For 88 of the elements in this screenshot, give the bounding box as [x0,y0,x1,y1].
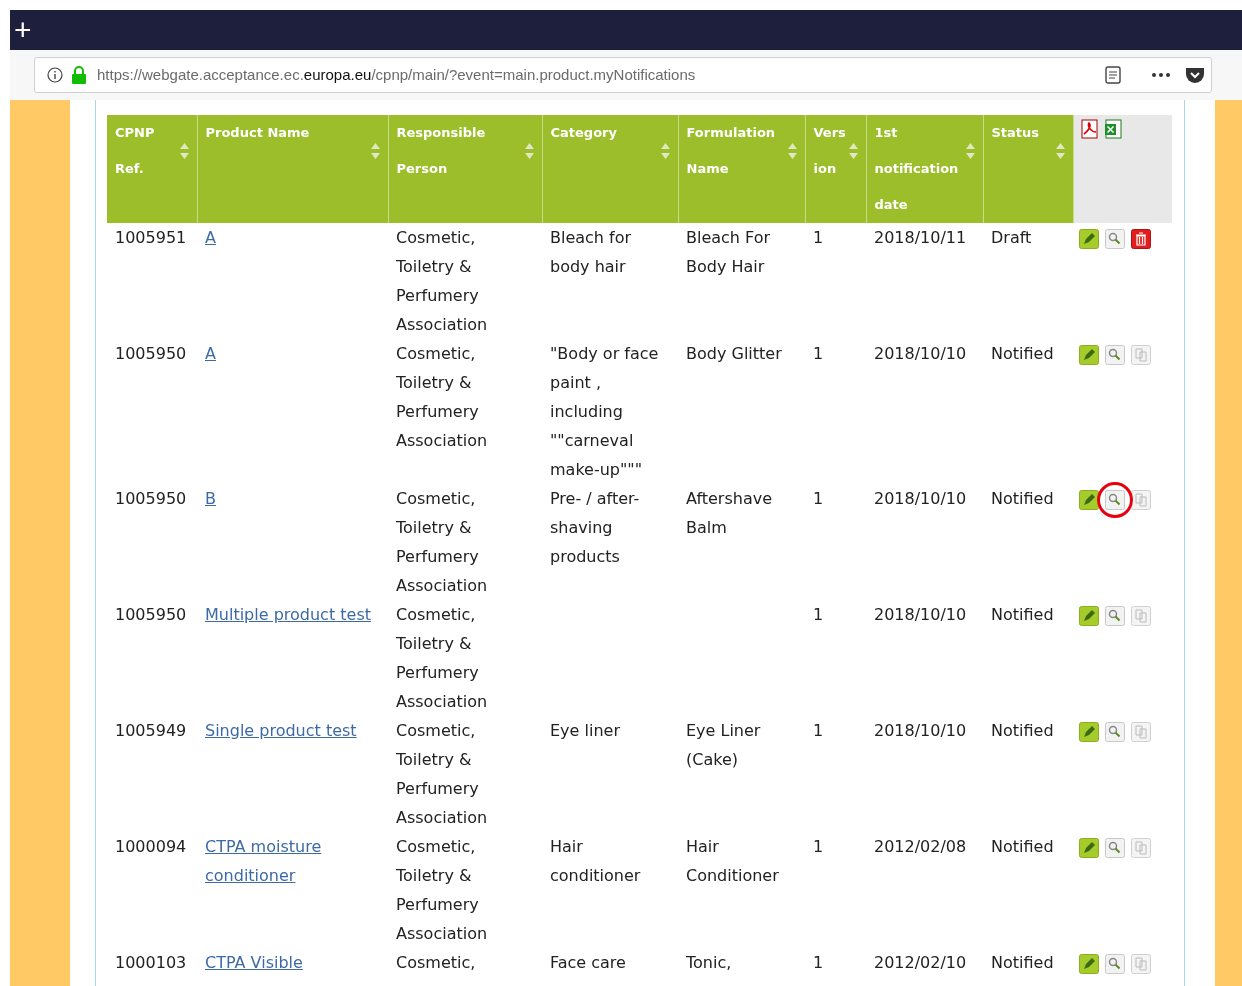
pencil-icon[interactable] [1079,722,1099,742]
version-text: 1 [813,228,824,247]
category-text: Eye liner [550,721,620,740]
product-link[interactable]: B [205,484,380,513]
product-link[interactable]: A [205,223,380,252]
ref-text: 1000094 [115,837,187,856]
status-text: Notified [991,605,1054,624]
status-text: Notified [991,953,1054,972]
magnifier-icon[interactable] [1105,606,1125,626]
person-text: Cosmetic, Toiletry & Perfumery Association [396,605,488,711]
product-link[interactable]: CTPA Visible [205,948,380,977]
copy-icon[interactable] [1131,490,1151,510]
formulation-text: Eye Liner (Cake) [686,721,761,769]
sort-icon[interactable] [1055,143,1065,159]
sort-icon[interactable] [660,143,670,159]
status-text: Notified [991,489,1054,508]
magnifier-icon[interactable] [1105,490,1125,510]
ref-text: 1005950 [115,489,187,508]
ref-text: 1000103 [115,953,187,972]
status-text: Draft [991,228,1032,247]
date-text: 2018/10/10 [874,344,967,363]
status-text: Notified [991,721,1054,740]
date-text: 2018/10/10 [874,605,967,624]
reader-view-icon[interactable] [1105,66,1121,84]
person-text: Cosmetic, Toiletry & Perfumery Association [396,228,488,334]
date-text: 2012/02/08 [874,837,967,856]
person-text: Cosmetic, [396,953,476,972]
more-icon[interactable] [1151,72,1171,78]
ref-text: 1005950 [115,344,187,363]
version-text: 1 [813,605,824,624]
url-text: https://webgate.acceptance.ec.europa.eu/cpnp/main/?event=main.product.myNotifications [97,64,696,85]
magnifier-icon[interactable] [1105,345,1125,365]
category-text: "Body or face paint , including ""carneval make-up""" [550,344,659,479]
sort-icon[interactable] [848,143,858,159]
pencil-icon[interactable] [1079,345,1099,365]
product-link[interactable]: A [205,339,380,368]
shield-icon[interactable] [1185,66,1205,84]
category-text: Face care [550,953,626,972]
address-bar[interactable]: https://webgate.acceptance.ec.europa.eu/cpnp/main/?event=main.product.myNotifications [34,57,1212,93]
date-text: 2018/10/10 [874,489,967,508]
version-text: 1 [813,837,824,856]
pencil-icon[interactable] [1079,954,1099,974]
info-icon[interactable] [47,67,63,83]
pencil-icon[interactable] [1079,490,1099,510]
formulation-text: Tonic, [686,953,732,972]
person-text: Cosmetic, Toiletry & Perfumery Association [396,489,488,595]
formulation-text: Bleach For Body Hair [686,228,771,276]
sort-icon[interactable] [370,143,380,159]
sort-icon[interactable] [179,143,189,159]
new-tab-button[interactable]: + [14,15,32,45]
magnifier-icon[interactable] [1105,838,1125,858]
sort-icon[interactable] [965,143,975,159]
date-text: 2018/10/11 [874,228,967,247]
version-text: 1 [813,344,824,363]
category-text: Bleach for body hair [550,228,632,276]
date-text: 2018/10/10 [874,721,967,740]
lock-icon [71,66,87,84]
status-text: Notified [991,344,1054,363]
version-text: 1 [813,489,824,508]
product-link[interactable]: Single product test [205,716,380,745]
person-text: Cosmetic, Toiletry & Perfumery Association [396,721,488,827]
excel-export-icon[interactable] [1103,119,1124,139]
sort-icon[interactable] [524,143,534,159]
product-link[interactable]: Multiple product test [205,600,380,629]
sort-icon[interactable] [787,143,797,159]
magnifier-icon[interactable] [1105,229,1125,249]
pencil-icon[interactable] [1079,229,1099,249]
magnifier-icon[interactable] [1105,722,1125,742]
person-text: Cosmetic, Toiletry & Perfumery Association [396,837,488,943]
category-text: Pre- / after-shaving products [550,489,640,566]
trash-icon[interactable] [1131,229,1151,249]
pencil-icon[interactable] [1079,838,1099,858]
date-text: 2012/02/10 [874,953,967,972]
ref-text: 1005950 [115,605,187,624]
formulation-text: Body Glitter [686,344,782,363]
pencil-icon[interactable] [1079,606,1099,626]
product-link[interactable]: CTPA moisture conditioner [205,832,380,890]
status-text: Notified [991,837,1054,856]
formulation-text: Hair Conditioner [686,837,779,885]
category-text: Hair conditioner [550,837,641,885]
ref-text: 1005949 [115,721,187,740]
version-text: 1 [813,953,824,972]
formulation-text: Aftershave Balm [686,489,772,537]
magnifier-icon[interactable] [1105,954,1125,974]
ref-text: 1005951 [115,228,187,247]
pdf-export-icon[interactable] [1079,119,1100,139]
version-text: 1 [813,721,824,740]
person-text: Cosmetic, Toiletry & Perfumery Association [396,344,488,450]
